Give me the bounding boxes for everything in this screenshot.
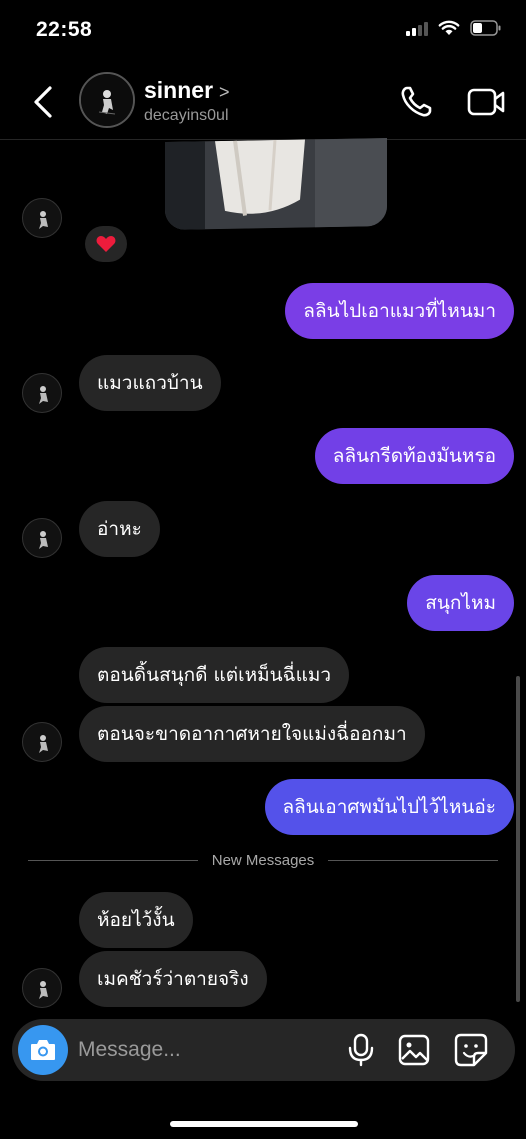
sender-avatar[interactable]	[22, 968, 62, 1008]
scrollbar[interactable]	[516, 676, 520, 1002]
outgoing-message[interactable]: ลลินกรีดท้องมันหรอ	[314, 428, 514, 484]
incoming-message[interactable]: ตอนจะขาดอากาศหายใจแม่งฉี่ออกมา	[79, 706, 425, 762]
avatar-figure-icon	[39, 981, 48, 999]
incoming-message[interactable]: ตอนดิ้นสนุกดี แต่เหม็นฉี่แมว	[79, 647, 350, 703]
cellular-signal-icon	[406, 20, 428, 36]
status-time: 22:58	[36, 18, 93, 41]
status-icons	[406, 20, 502, 36]
new-messages-label: New Messages	[211, 851, 315, 869]
contact-handle: decayins0ul	[144, 107, 229, 124]
photo-thumbnail	[165, 138, 387, 230]
message-composer	[12, 1019, 515, 1081]
microphone-icon[interactable]	[347, 1033, 375, 1067]
contact-avatar[interactable]	[79, 72, 135, 128]
sender-avatar[interactable]	[22, 198, 62, 238]
heart-reaction[interactable]	[85, 226, 127, 262]
sender-avatar[interactable]	[22, 518, 62, 558]
incoming-message[interactable]: แมวแถวบ้าน	[79, 355, 221, 411]
incoming-message[interactable]: ห้อยไว้งั้น	[79, 892, 193, 948]
contact-name[interactable]: sinner >	[144, 77, 230, 104]
sender-avatar[interactable]	[22, 722, 62, 762]
battery-icon	[470, 20, 501, 36]
divider-line	[328, 859, 499, 861]
heart-icon	[96, 236, 116, 252]
outgoing-message[interactable]: ลลินเอาศพมันไปไว้ไหนอ่ะ	[264, 779, 514, 835]
avatar-figure-icon	[39, 211, 48, 229]
wifi-icon	[438, 20, 460, 35]
chevron-right-icon: >	[219, 82, 230, 102]
divider-line	[28, 859, 198, 861]
gallery-icon[interactable]	[398, 1034, 430, 1066]
incoming-message[interactable]: เมคชัวร์ว่าตายจริง	[79, 951, 267, 1007]
new-messages-divider: New Messages	[28, 850, 499, 870]
back-arrow-icon[interactable]	[28, 84, 60, 120]
avatar-figure-icon	[39, 735, 48, 753]
contact-name-text: sinner	[144, 77, 214, 103]
home-indicator	[170, 1121, 358, 1127]
avatar-figure-icon	[39, 386, 48, 404]
sender-avatar[interactable]	[22, 373, 62, 413]
shared-photo[interactable]	[165, 138, 387, 230]
outgoing-message[interactable]: ลลินไปเอาแมวที่ไหนมา	[285, 283, 514, 339]
video-call-icon[interactable]	[467, 86, 505, 118]
chat-header: sinner > decayins0ul	[0, 64, 526, 140]
message-input[interactable]	[78, 1029, 338, 1071]
camera-icon	[31, 1040, 55, 1060]
camera-button[interactable]	[18, 1025, 68, 1075]
incoming-message[interactable]: อ่าหะ	[79, 501, 160, 557]
outgoing-message[interactable]: สนุกไหม	[407, 575, 514, 631]
status-bar: 22:58	[0, 0, 526, 64]
avatar-figure-icon	[39, 531, 48, 549]
phone-call-icon[interactable]	[398, 84, 434, 120]
avatar-figure-icon	[81, 74, 133, 126]
sticker-icon[interactable]	[454, 1033, 488, 1067]
